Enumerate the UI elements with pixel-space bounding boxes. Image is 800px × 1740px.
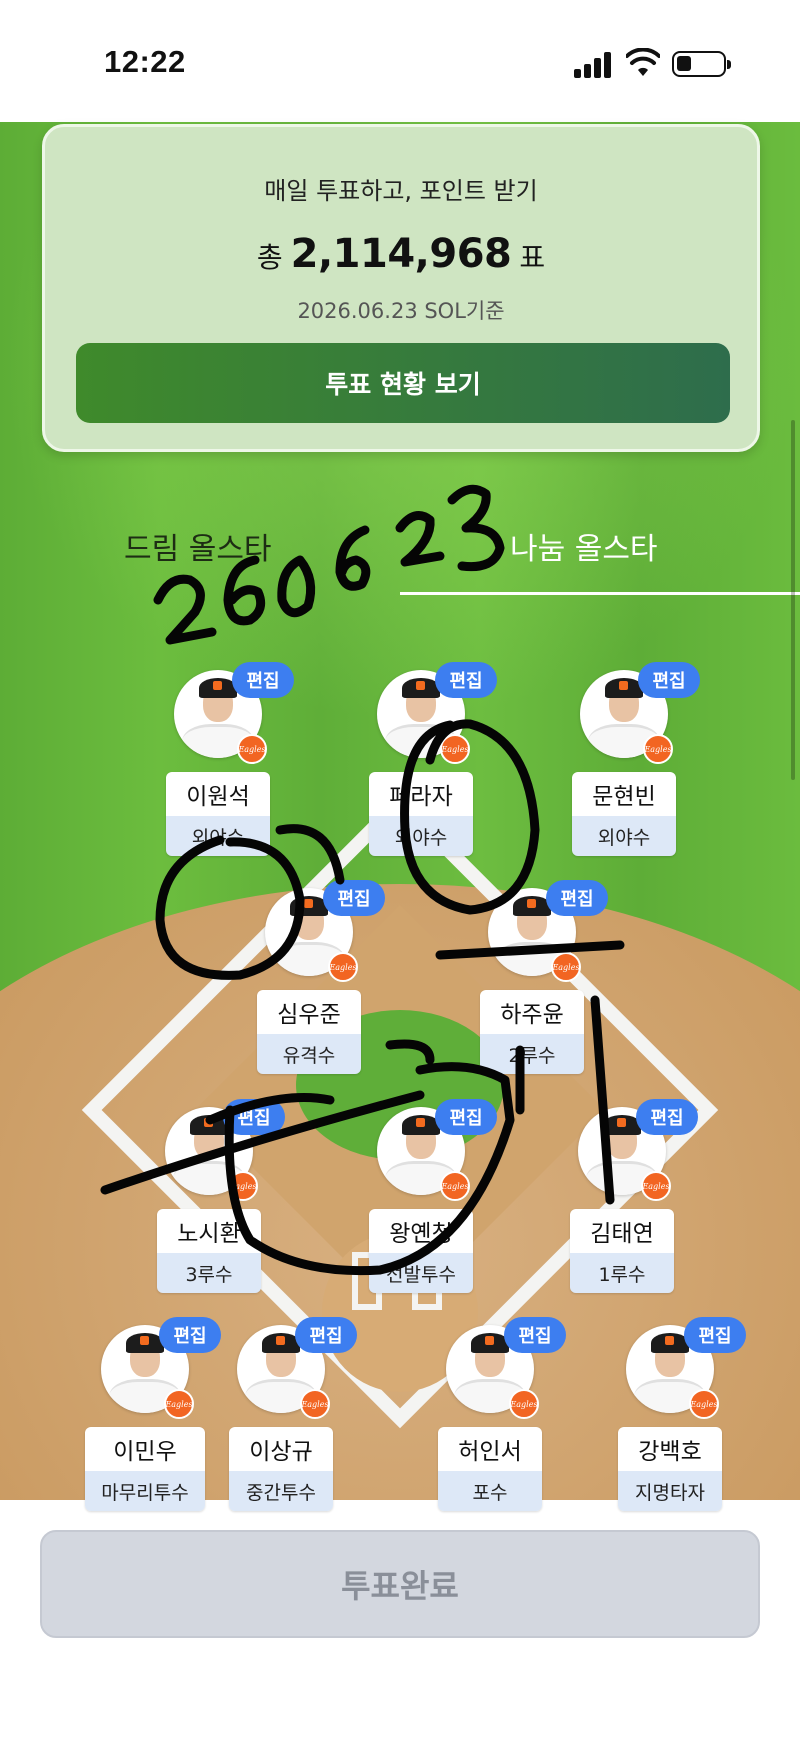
edit-button[interactable]: 편집 [435,1099,497,1135]
player-card[interactable]: Eagles 편집허인서 포수 [425,1317,566,1515]
player-name: 문현빈 [572,772,676,816]
eagles-logo-icon: Eagles [328,952,358,982]
player-position: 포수 [438,1471,542,1511]
vote-count-suffix: 표 [519,241,546,274]
player-info: 김태연 1루수 [570,1209,674,1293]
player-info: 문현빈 외야수 [572,772,676,856]
player-card[interactable]: Eagles 편집김태연 1루수 [557,1099,698,1297]
vote-complete-button[interactable]: 투표완료 [40,1530,760,1638]
edit-button[interactable]: 편집 [546,880,608,916]
eagles-logo-icon: Eagles [641,1171,671,1201]
eagles-logo-icon: Eagles [237,734,267,764]
player-position: 유격수 [257,1034,361,1074]
edit-button[interactable]: 편집 [636,1099,698,1135]
player-position: 마무리투수 [85,1471,205,1511]
player-info: 이원석 외야수 [166,772,270,856]
player-position: 외야수 [166,816,270,856]
edit-button[interactable]: 편집 [638,662,700,698]
player-position: 외야수 [369,816,473,856]
status-bar: 12:22 [0,0,800,122]
player-card[interactable]: Eagles 편집이원석 외야수 [153,662,294,860]
player-info: 노시환 3루수 [157,1209,261,1293]
vote-card-title: 매일 투표하고, 포인트 받기 [264,177,538,205]
vote-date: 2026.06.23 SOL기준 [297,299,505,323]
scroll-indicator [791,420,795,780]
player-name: 김태연 [570,1209,674,1253]
eagles-logo-icon: Eagles [440,734,470,764]
player-name: 강백호 [618,1427,722,1471]
eagles-logo-icon: Eagles [551,952,581,982]
vote-summary-card: 매일 투표하고, 포인트 받기 총 2,114,968 표 2026.06.23 S… [42,124,760,452]
player-card[interactable]: Eagles 편집강백호 지명타자 [605,1317,746,1515]
edit-button[interactable]: 편집 [435,662,497,698]
cellular-signal-icon [574,52,612,78]
eagles-logo-icon: Eagles [228,1171,258,1201]
player-name: 이민우 [85,1427,205,1471]
edit-button[interactable]: 편집 [223,1099,285,1135]
player-name: 왕옌청 [369,1209,473,1253]
edit-button[interactable]: 편집 [232,662,294,698]
edit-button[interactable]: 편집 [159,1317,221,1353]
player-card[interactable]: Eagles 편집이민우 마무리투수 [80,1317,221,1515]
battery-icon [672,51,731,77]
status-time: 12:22 [104,44,186,79]
player-info: 강백호 지명타자 [618,1427,722,1511]
player-info: 허인서 포수 [438,1427,542,1511]
total-vote-count: 총 2,114,968 표 [45,231,757,277]
player-info: 이상규 중간투수 [229,1427,333,1511]
player-info: 이민우 마무리투수 [85,1427,205,1511]
eagles-logo-icon: Eagles [300,1389,330,1419]
vote-count-number: 2,114,968 [290,231,512,277]
player-name: 이상규 [229,1427,333,1471]
player-position: 선발투수 [369,1253,473,1293]
tab-share-allstar[interactable]: 나눔 올스타 [510,524,658,568]
player-info: 왕옌청 선발투수 [369,1209,473,1293]
player-card[interactable]: Eagles 편집이상규 중간투수 [216,1317,357,1515]
player-card[interactable]: Eagles 편집노시환 3루수 [144,1099,285,1297]
edit-button[interactable]: 편집 [504,1317,566,1353]
edit-button[interactable]: 편집 [295,1317,357,1353]
player-name: 심우준 [257,990,361,1034]
player-card[interactable]: Eagles 편집왕옌청 선발투수 [356,1099,497,1297]
wifi-icon [626,48,660,76]
player-position: 지명타자 [618,1471,722,1511]
player-name: 하주윤 [480,990,584,1034]
player-info: 심우준 유격수 [257,990,361,1074]
eagles-logo-icon: Eagles [509,1389,539,1419]
player-card[interactable]: Eagles 편집심우준 유격수 [244,880,385,1078]
player-info: 페라자 외야수 [369,772,473,856]
player-position: 2루수 [480,1034,584,1074]
eagles-logo-icon: Eagles [689,1389,719,1419]
player-card[interactable]: Eagles 편집페라자 외야수 [356,662,497,860]
edit-button[interactable]: 편집 [323,880,385,916]
vote-count-prefix: 총 [256,241,283,274]
player-position: 1루수 [570,1253,674,1293]
player-name: 허인서 [438,1427,542,1471]
view-vote-status-button[interactable]: 투표 현황 보기 [76,343,730,423]
player-card[interactable]: Eagles 편집문현빈 외야수 [559,662,700,860]
player-info: 하주윤 2루수 [480,990,584,1074]
player-name: 이원석 [166,772,270,816]
player-name: 페라자 [369,772,473,816]
player-position: 외야수 [572,816,676,856]
eagles-logo-icon: Eagles [643,734,673,764]
eagles-logo-icon: Eagles [440,1171,470,1201]
edit-button[interactable]: 편집 [684,1317,746,1353]
player-name: 노시환 [157,1209,261,1253]
eagles-logo-icon: Eagles [164,1389,194,1419]
player-position: 3루수 [157,1253,261,1293]
tab-dream-allstar[interactable]: 드림 올스타 [124,524,272,568]
active-tab-indicator [400,592,800,595]
player-position: 중간투수 [229,1471,333,1511]
player-card[interactable]: Eagles 편집하주윤 2루수 [467,880,608,1078]
